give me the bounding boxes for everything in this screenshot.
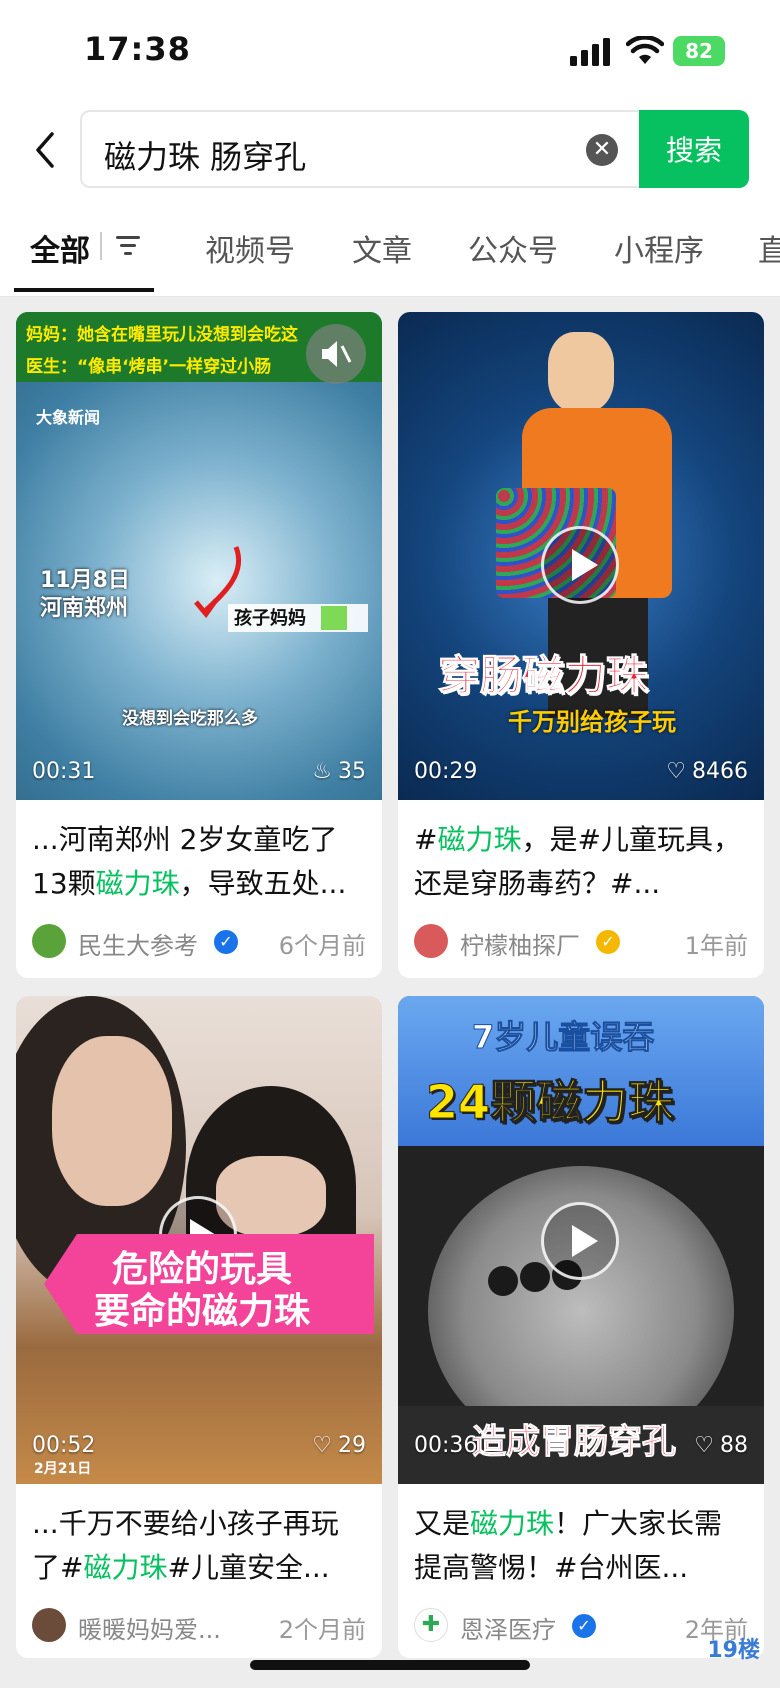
verified-badge-icon: ✓ — [214, 930, 238, 954]
overlay-subheadline: 医生：“像串‘烤串’一样穿过小肠 — [26, 357, 272, 377]
overlay-subheadline: 要命的磁力珠 — [94, 1291, 311, 1332]
card-meta: 暖暖妈妈爱... 2个月前 — [32, 1608, 366, 1645]
status-time: 17:38 — [84, 30, 191, 68]
active-tab-underline — [14, 288, 154, 292]
card-meta: 民生大参考 ✓ 6个月前 — [32, 924, 366, 961]
video-thumbnail[interactable]: 7岁儿童误吞 24颗磁力珠 造成胃肠穿孔 00:36 ♡ 88 — [398, 996, 764, 1484]
status-bar: 17:38 82 — [0, 0, 780, 100]
post-time: 1年前 — [684, 932, 748, 960]
verified-badge-icon: ✓ — [572, 1614, 596, 1638]
video-thumbnail[interactable]: 危险的玩具 要命的磁力珠 2月21日 00:52 ♡ 29 — [16, 996, 382, 1484]
overlay-top-text: 7岁儿童误吞 — [471, 1018, 655, 1057]
back-arrow-icon[interactable] — [30, 130, 60, 170]
avatar[interactable] — [32, 924, 66, 958]
post-time: 6个月前 — [278, 932, 366, 960]
author-name[interactable]: 民生大参考 — [78, 926, 198, 961]
search-bar: 磁力珠 肠穿孔 ✕ 搜索 — [0, 100, 780, 200]
avatar[interactable]: ✚ — [414, 1608, 448, 1642]
heart-icon: ♡ — [666, 759, 686, 784]
overlay-caption: 没想到会吃那么多 — [122, 709, 258, 729]
video-card[interactable]: 7岁儿童误吞 24颗磁力珠 造成胃肠穿孔 00:36 ♡ 88 又是磁力珠！广大家… — [398, 996, 764, 1658]
site-watermark: 19楼 — [707, 1638, 760, 1663]
category-tabs: 全部 视频号 文章 公众号 小程序 直 — [0, 200, 780, 297]
tab-channels[interactable]: 视频号 — [205, 226, 295, 270]
overlay-subheadline: 千万别给孩子玩 — [508, 708, 676, 736]
overlay-headline: 妈妈：她含在嘴里玩儿没想到会吃这 — [26, 325, 298, 345]
video-thumbnail[interactable]: 妈妈：她含在嘴里玩儿没想到会吃这 医生：“像串‘烤串’一样穿过小肠 大象新闻 1… — [16, 312, 382, 800]
video-duration: 00:36 — [414, 1433, 478, 1458]
overlay-place: 河南郑州 — [40, 596, 129, 621]
play-button[interactable] — [541, 1202, 619, 1280]
video-card[interactable]: 危险的玩具 要命的磁力珠 2月21日 00:52 ♡ 29 ...千万不要给小孩子… — [16, 996, 382, 1658]
video-title[interactable]: ...河南郑州 2岁女童吃了13颗磁力珠，导致五处... — [32, 818, 366, 906]
heart-icon: ♡ — [312, 1433, 332, 1458]
author-name[interactable]: 柠檬柚探厂 — [460, 926, 580, 961]
battery-level: 82 — [685, 39, 713, 63]
card-meta: 柠檬柚探厂 ✓ 1年前 — [414, 924, 748, 961]
tab-mini-programs[interactable]: 小程序 — [614, 226, 704, 270]
overlay-headline: 穿肠磁力珠 — [437, 651, 649, 701]
author-name[interactable]: 暖暖妈妈爱... — [78, 1610, 221, 1645]
like-count: ♡ 88 — [694, 1433, 748, 1458]
post-time: 2个月前 — [278, 1616, 366, 1644]
tab-articles[interactable]: 文章 — [352, 226, 412, 270]
cellular-signal-icon — [570, 38, 610, 66]
tab-official-accounts[interactable]: 公众号 — [468, 226, 558, 270]
verified-badge-icon: ✓ — [596, 930, 620, 954]
video-title[interactable]: #磁力珠，是#儿童玩具，还是穿肠毒药？#... — [414, 818, 748, 906]
tab-more[interactable]: 直 — [758, 226, 780, 270]
video-duration: 00:29 — [414, 759, 478, 784]
tab-divider — [100, 232, 102, 260]
card-meta: ✚ 恩泽医疗 ✓ 2年前 — [414, 1608, 748, 1645]
video-card[interactable]: 妈妈：她含在嘴里玩儿没想到会吃这 医生：“像串‘烤串’一样穿过小肠 大象新闻 1… — [16, 312, 382, 978]
overlay-speaker-label: 孩子妈妈 — [234, 608, 306, 629]
avatar[interactable] — [32, 1608, 66, 1642]
overlay-headline: 24颗磁力珠 — [425, 1075, 675, 1130]
fire-icon: ♨ — [312, 759, 332, 784]
overlay-date: 2月21日 — [34, 1461, 92, 1477]
popularity-count: ♨ 35 — [312, 759, 366, 784]
author-name[interactable]: 恩泽医疗 — [460, 1610, 556, 1645]
search-button[interactable]: 搜索 — [639, 110, 749, 188]
video-thumbnail[interactable]: 穿肠磁力珠 千万别给孩子玩 00:29 ♡ 8466 — [398, 312, 764, 800]
heart-icon: ♡ — [694, 1433, 714, 1458]
avatar[interactable] — [414, 924, 448, 958]
overlay-bottom-text: 造成胃肠穿孔 — [472, 1422, 677, 1463]
like-count: ♡ 8466 — [666, 759, 748, 784]
search-query-text[interactable]: 磁力珠 肠穿孔 — [104, 132, 306, 178]
video-title[interactable]: ...千万不要给小孩子再玩了#磁力珠#儿童安全... — [32, 1502, 366, 1590]
filter-icon[interactable] — [114, 234, 142, 258]
home-indicator — [250, 1660, 530, 1670]
video-duration: 00:52 — [32, 1433, 96, 1458]
tab-all[interactable]: 全部 — [30, 226, 90, 270]
mute-button[interactable] — [306, 324, 366, 384]
like-count: ♡ 29 — [312, 1433, 366, 1458]
wifi-icon — [626, 36, 664, 64]
battery-indicator: 82 — [673, 36, 725, 66]
video-card[interactable]: 穿肠磁力珠 千万别给孩子玩 00:29 ♡ 8466 #磁力珠，是#儿童玩具，还是… — [398, 312, 764, 978]
news-logo: 大象新闻 — [36, 408, 101, 427]
play-button[interactable] — [541, 526, 619, 604]
search-input[interactable]: 磁力珠 肠穿孔 ✕ — [80, 110, 640, 188]
video-duration: 00:31 — [32, 759, 96, 784]
speaker-muted-icon — [322, 341, 352, 367]
clear-icon[interactable]: ✕ — [586, 134, 618, 166]
video-title[interactable]: 又是磁力珠！广大家长需提高警惕！#台州医... — [414, 1502, 748, 1590]
